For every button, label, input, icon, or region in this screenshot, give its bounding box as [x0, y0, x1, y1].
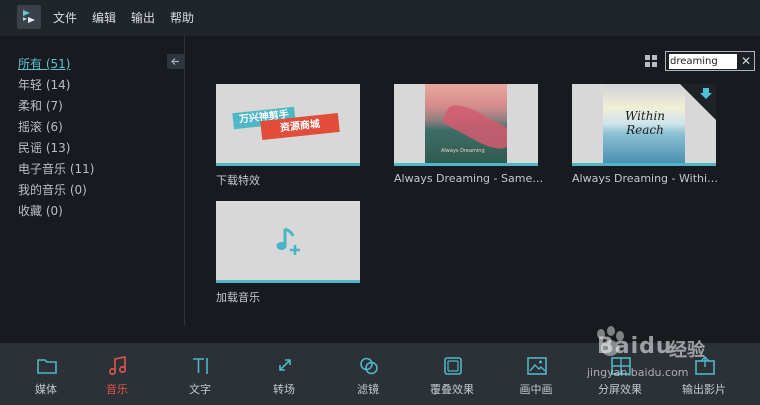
transition-icon — [279, 359, 291, 371]
card-label: Always Dreaming - Same ... — [394, 172, 544, 185]
card-thumbnail: Within Reach — [572, 84, 716, 166]
sidebar-item-soft[interactable]: 柔和 (7) — [18, 97, 63, 114]
tool-label: 画中画 — [519, 383, 553, 396]
menu-help[interactable]: 帮助 — [170, 9, 194, 26]
tool-label: 音乐 — [106, 383, 128, 396]
filter-icon — [360, 357, 378, 375]
tool-export[interactable]: 输出影片 — [662, 343, 746, 405]
card-label: 下载特效 — [216, 174, 260, 187]
tool-filter[interactable]: 滤镜 — [326, 343, 410, 405]
tool-picture-in-picture[interactable]: 画中画 — [494, 343, 578, 405]
search-input[interactable] — [669, 54, 737, 69]
text-icon — [193, 358, 208, 374]
music-note-icon — [108, 356, 127, 376]
sidebar-collapse-button[interactable] — [167, 54, 184, 69]
tool-label: 输出影片 — [682, 383, 726, 396]
folder-icon — [37, 359, 57, 374]
grid-view-icon[interactable] — [645, 55, 657, 67]
thumbnail-accent-bar — [216, 280, 360, 283]
menu-edit[interactable]: 编辑 — [92, 9, 116, 26]
split-screen-icon — [611, 357, 631, 375]
thumbnail-accent-bar — [216, 163, 360, 166]
sidebar-item-my-music[interactable]: 我的音乐 (0) — [18, 181, 87, 198]
tool-transition[interactable]: 转场 — [242, 343, 326, 405]
card-music-within[interactable]: Within Reach Always Dreaming - Within ..… — [572, 84, 722, 194]
bottom-toolbar: 媒体 音乐 文字 转场 滤镜 覆叠效果 画中画 分屏效果 输出影片 — [0, 343, 760, 405]
sidebar-item-folk[interactable]: 民谣 (13) — [18, 139, 70, 156]
export-icon — [695, 356, 715, 375]
card-music-same[interactable]: Always Dreaming Always Dreaming - Same .… — [394, 84, 544, 194]
picture-in-picture-icon — [527, 357, 547, 375]
sidebar-item-young[interactable]: 年轻 (14) — [18, 76, 70, 93]
tool-label: 文字 — [189, 383, 211, 396]
sidebar-item-favorites[interactable]: 收藏 (0) — [18, 202, 63, 219]
app-logo-icon[interactable] — [17, 5, 41, 29]
music-add-icon — [276, 227, 300, 255]
menu-export[interactable]: 输出 — [131, 9, 155, 26]
arrow-left-icon — [171, 58, 179, 65]
card-thumbnail: Always Dreaming — [394, 84, 538, 166]
card-download-effects[interactable]: 万兴神剪手 资源商城 下载特效 — [216, 84, 366, 194]
album-art: Within Reach — [603, 84, 685, 163]
album-art-title: Within Reach — [624, 109, 666, 137]
menu-bar: 文件 编辑 输出 帮助 — [0, 0, 760, 34]
download-icon[interactable] — [699, 87, 713, 101]
card-label: Always Dreaming - Within ... — [572, 172, 722, 185]
tool-music[interactable]: 音乐 — [75, 343, 159, 405]
close-icon[interactable]: ✕ — [739, 53, 753, 69]
sidebar-item-electronic[interactable]: 电子音乐 (11) — [18, 160, 94, 177]
tool-label: 分屏效果 — [598, 383, 642, 396]
sidebar-item-all[interactable]: 所有 (51) — [18, 55, 70, 72]
tool-text[interactable]: 文字 — [158, 343, 242, 405]
tool-split-screen[interactable]: 分屏效果 — [578, 343, 662, 405]
library-panel: 所有 (51) 年轻 (14) 柔和 (7) 摇滚 (6) 民谣 (13) 电子… — [0, 36, 760, 343]
category-sidebar: 所有 (51) 年轻 (14) 柔和 (7) 摇滚 (6) 民谣 (13) 电子… — [0, 36, 185, 326]
tool-label: 滤镜 — [357, 383, 379, 396]
thumbnail-accent-bar — [572, 163, 716, 166]
card-thumbnail: 万兴神剪手 资源商城 — [216, 84, 360, 166]
card-load-music[interactable]: 加载音乐 — [216, 201, 366, 311]
tool-label: 覆叠效果 — [430, 383, 474, 396]
thumbnail-accent-bar — [394, 163, 538, 166]
sidebar-item-rock[interactable]: 摇滚 (6) — [18, 118, 63, 135]
album-art-caption: Always Dreaming — [441, 148, 485, 154]
card-label: 加载音乐 — [216, 291, 260, 304]
menu-file[interactable]: 文件 — [53, 9, 77, 26]
search-box: ✕ — [665, 51, 755, 71]
tool-overlay[interactable]: 覆叠效果 — [410, 343, 494, 405]
tool-label: 转场 — [273, 383, 295, 396]
overlay-icon — [444, 357, 462, 375]
album-art: Always Dreaming — [425, 84, 507, 163]
card-thumbnail — [216, 201, 360, 283]
